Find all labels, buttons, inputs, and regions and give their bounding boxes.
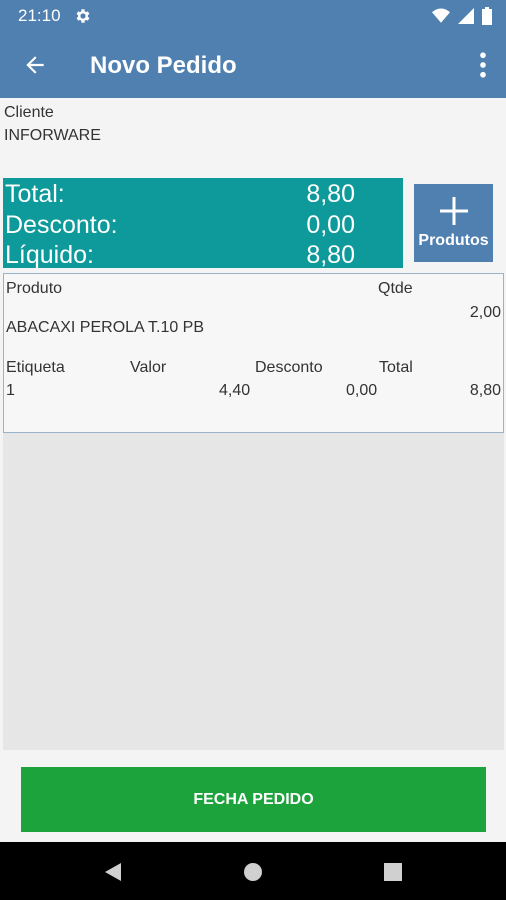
status-time: 21:10: [18, 6, 61, 25]
total-value: 8,80: [306, 180, 355, 208]
status-icons: [432, 7, 492, 25]
plus-icon: [440, 197, 468, 225]
valor-value: 4,40: [219, 382, 251, 399]
desconto-value: 0,00: [306, 211, 355, 239]
liquido-row: Líquido: 8,80: [5, 241, 355, 271]
totals-panel: Total: 8,80 Desconto: 0,00 Líquido: 8,80: [3, 178, 403, 271]
total-label: Total:: [5, 180, 65, 208]
etiqueta-header: Etiqueta: [6, 359, 65, 376]
produtos-label: Produtos: [418, 232, 489, 249]
wifi-icon: [432, 8, 450, 23]
produto-header: Produto: [6, 280, 63, 297]
settings-gear-icon: [76, 9, 90, 23]
cliente-label: Cliente: [4, 104, 54, 121]
order-content: Cliente INFORWARE Total: 8,80 Desconto: …: [0, 98, 506, 842]
recents-square-icon[interactable]: [382, 861, 404, 883]
qtde-value: 2,00: [469, 304, 501, 321]
liquido-value: 8,80: [306, 241, 355, 269]
arrow-back-icon[interactable]: [22, 52, 48, 78]
valor-header: Valor: [130, 359, 167, 376]
total-row: Total: 8,80: [5, 180, 355, 210]
app-bar: Novo Pedido: [0, 32, 506, 98]
etiqueta-value: 1: [6, 382, 15, 399]
fecha-pedido-button[interactable]: FECHA PEDIDO: [21, 767, 486, 832]
qtde-header: Qtde: [378, 280, 413, 297]
total-header: Total: [379, 359, 413, 376]
more-vert-icon[interactable]: [478, 52, 488, 78]
battery-icon: [482, 7, 492, 25]
home-circle-icon[interactable]: [242, 861, 264, 883]
status-bar: 21:10: [0, 0, 506, 32]
list-item[interactable]: Produto Qtde 2,00 ABACAXI PEROLA T.10 PB…: [3, 273, 504, 433]
signal-icon: [458, 8, 474, 24]
items-list: Produto Qtde 2,00 ABACAXI PEROLA T.10 PB…: [3, 273, 504, 750]
add-produtos-button[interactable]: Produtos: [414, 184, 493, 262]
desconto-value: 0,00: [346, 382, 378, 399]
system-nav-bar: [0, 842, 506, 900]
liquido-label: Líquido:: [5, 241, 94, 269]
desconto-label: Desconto:: [5, 211, 118, 239]
cliente-value[interactable]: INFORWARE: [4, 127, 101, 145]
page-title: Novo Pedido: [90, 52, 237, 79]
total-value: 8,80: [469, 382, 501, 399]
produto-name: ABACAXI PEROLA T.10 PB: [6, 319, 205, 336]
back-triangle-icon[interactable]: [102, 861, 124, 883]
desconto-header: Desconto: [255, 359, 323, 376]
desconto-row: Desconto: 0,00: [5, 211, 355, 241]
